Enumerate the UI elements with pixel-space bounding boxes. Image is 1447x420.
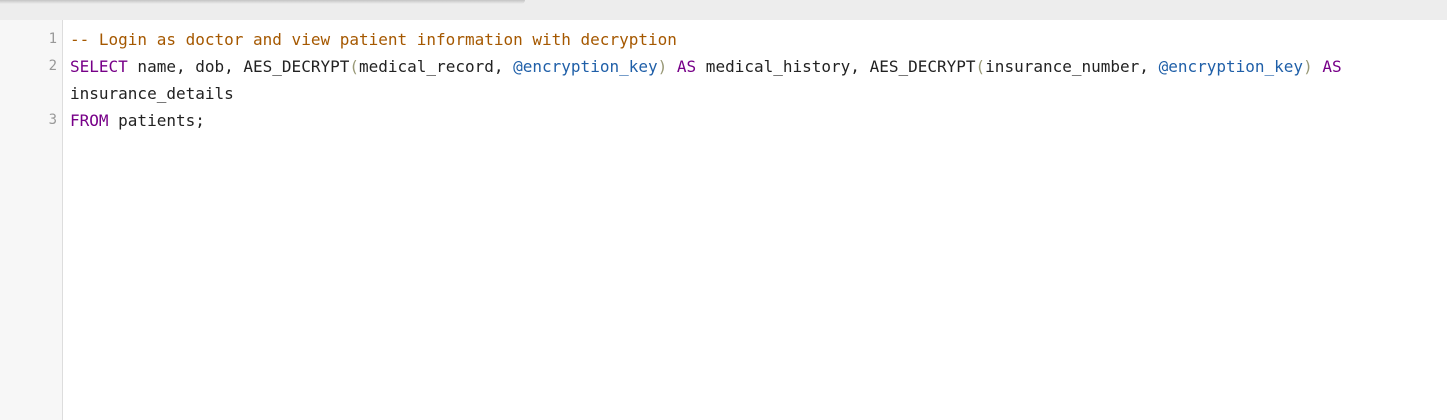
code-line[interactable]: 1 -- Login as doctor and view patient in… [49,26,1443,53]
text-token: name, dob, AES_DECRYPT [127,57,350,76]
code-line[interactable]: 2 SELECT name, dob, AES_DECRYPT(medical_… [49,53,1443,107]
text-token: medical_record, [359,57,514,76]
bracket-token: ( [349,57,359,76]
keyword-token: AS [1322,57,1342,76]
bracket-token: ) [1303,57,1313,76]
line-number: 2 [48,58,57,74]
line-number-gutter [0,20,63,420]
keyword-token: SELECT [70,57,128,76]
keyword-token: AS [676,57,697,76]
code-text[interactable]: -- Login as doctor and view patient info… [63,26,1440,53]
comment-token: -- Login as doctor and view patient info… [70,30,677,49]
bracket-token: ) [657,57,668,76]
bracket-token: ( [975,57,986,76]
variable-token: @encryption_key [1158,57,1304,76]
keyword-token: FROM [70,111,109,130]
line-number: 3 [48,112,57,128]
line-number: 1 [48,31,57,47]
text-token: patients; [108,111,205,130]
code-text[interactable]: SELECT name, dob, AES_DECRYPT(medical_re… [63,53,1440,107]
variable-token: @encryption_key [513,57,658,76]
code-text[interactable]: FROM patients; [63,107,1440,134]
text-token: insurance_number, [985,57,1159,76]
code-line[interactable]: 3 FROM patients; [49,107,1443,134]
top-bar [0,0,1447,20]
code-area[interactable]: 1 -- Login as doctor and view patient in… [49,26,1443,134]
tab-shadow [0,0,525,4]
code-editor[interactable]: 1 -- Login as doctor and view patient in… [0,20,1447,420]
text-token: medical_history, AES_DECRYPT [696,57,976,76]
